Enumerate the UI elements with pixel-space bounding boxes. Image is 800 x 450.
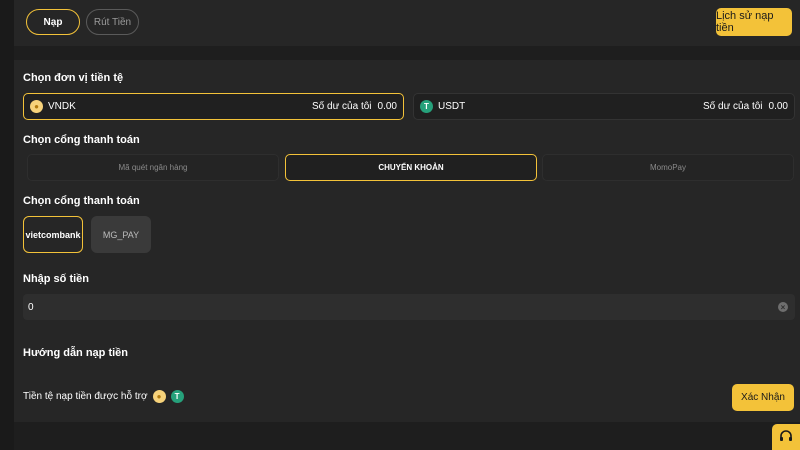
amount-section-label: Nhập số tiền: [23, 273, 90, 285]
balance-value: 0.00: [768, 101, 788, 112]
tab-withdraw[interactable]: Rút Tiền: [86, 9, 139, 35]
usdt-coin-icon: T: [420, 100, 433, 113]
deposit-panel: Chọn đơn vị tiền tệ ● VNDK Số dư của tôi…: [14, 60, 800, 422]
gateway-option-momopay[interactable]: MomoPay: [542, 154, 794, 181]
vndk-coin-icon: ●: [30, 100, 43, 113]
balance-value: 0.00: [377, 101, 397, 112]
currency-option-usdt[interactable]: T USDT Số dư của tôi 0.00: [413, 93, 795, 120]
clear-input-icon[interactable]: ×: [778, 302, 788, 312]
currency-name: USDT: [438, 101, 466, 112]
amount-input[interactable]: [23, 294, 795, 320]
top-bar: Nạp Rút Tiền Lịch sử nạp tiền: [14, 0, 800, 46]
balance-label: Số dư của tôi: [312, 101, 372, 112]
bank-option-vietcombank[interactable]: vietcombank: [23, 216, 83, 253]
usdt-coin-icon: T: [170, 390, 184, 403]
vndk-coin-icon: ●: [152, 390, 166, 403]
currency-section-label: Chọn đơn vị tiền tệ: [23, 72, 124, 84]
supported-currencies: Tiền tệ nạp tiền được hỗ trợ ● T: [23, 390, 184, 403]
currency-name: VNDK: [48, 101, 76, 112]
confirm-button[interactable]: Xác Nhận: [732, 384, 794, 411]
supported-currencies-label: Tiền tệ nạp tiền được hỗ trợ: [23, 391, 148, 402]
balance-label: Số dư của tôi: [703, 101, 763, 112]
gateway-option-bank-transfer[interactable]: CHUYỂN KHOẢN: [285, 154, 537, 181]
bank-option-mg-pay[interactable]: MG_PAY: [91, 216, 151, 253]
deposit-guide-label[interactable]: Hướng dẫn nạp tiền: [23, 347, 128, 359]
gateway-option-qr-bank[interactable]: Mã quét ngân hàng: [27, 154, 279, 181]
left-edge-strip: [0, 0, 14, 450]
customer-support-button[interactable]: [772, 424, 800, 450]
headset-icon: [780, 430, 792, 441]
gateway-section-label: Chọn cổng thanh toán: [23, 134, 140, 146]
tab-deposit[interactable]: Nạp: [26, 9, 80, 35]
currency-option-vndk[interactable]: ● VNDK Số dư của tôi 0.00: [23, 93, 404, 120]
bank-section-label: Chọn cổng thanh toán: [23, 195, 140, 207]
deposit-history-button[interactable]: Lịch sử nạp tiền: [716, 8, 792, 36]
